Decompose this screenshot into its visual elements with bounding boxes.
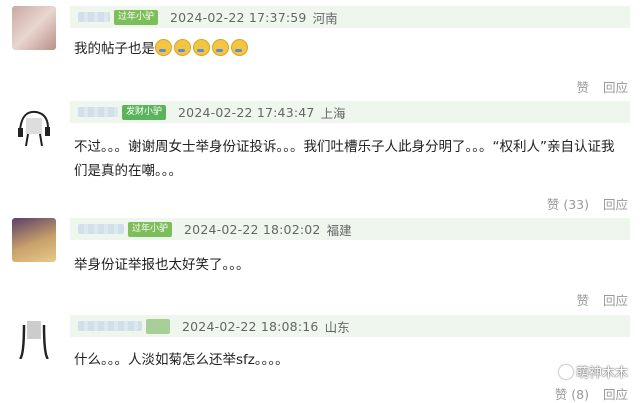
username[interactable] — [78, 107, 118, 117]
comment-meta: 过年小驴 2024-02-22 17:37:59 河南 — [70, 6, 630, 28]
user-badge — [146, 318, 170, 334]
avatar[interactable] — [12, 104, 56, 148]
comment-meta: 过年小驴 2024-02-22 18:02:02 福建 — [70, 218, 630, 240]
comment-time: 2024-02-22 18:02:02 — [184, 221, 321, 237]
avatar[interactable] — [12, 315, 56, 359]
watermark-text: 萌神木木 — [575, 366, 628, 381]
comment-text: 什么。。。人淡如菊怎么还举sfz。。。。 — [74, 352, 289, 368]
reply-button[interactable]: 回应 — [603, 77, 628, 96]
comment-actions: 赞 (33) 回应 — [547, 194, 628, 213]
comment-location: 福建 — [326, 222, 352, 238]
comment-time: 2024-02-22 18:08:16 — [182, 318, 319, 334]
comment-actions: 赞 回应 — [576, 290, 628, 309]
user-badge: 发财小驴 — [122, 104, 167, 120]
crying-emoji-icon — [193, 39, 210, 56]
watermark-logo-icon — [558, 364, 573, 379]
comment-meta: 2024-02-22 18:08:16 山东 — [70, 315, 630, 337]
avatar-drawing-icon — [18, 321, 50, 359]
reply-button[interactable]: 回应 — [603, 290, 628, 309]
comment-actions: 赞 (8) 回应 — [555, 384, 628, 403]
like-button[interactable]: 赞 — [576, 290, 589, 309]
avatar-drawing-icon — [18, 110, 50, 147]
user-badge: 过年小驴 — [128, 221, 173, 237]
reply-button[interactable]: 回应 — [603, 384, 628, 403]
user-badge: 过年小驴 — [114, 9, 159, 25]
comment-text: 不过。。。谢谢周女士举身份证投诉。。。我们吐槽乐子人此身分明了。。。“权利人”亲… — [74, 139, 615, 179]
username[interactable] — [78, 224, 124, 234]
like-button[interactable]: 赞 — [576, 77, 589, 96]
username[interactable] — [78, 321, 142, 331]
avatar[interactable] — [12, 218, 56, 262]
crying-emoji-icon — [155, 39, 172, 56]
like-button[interactable]: 赞 (8) — [555, 384, 589, 403]
reply-button[interactable]: 回应 — [603, 194, 628, 213]
like-button[interactable]: 赞 (33) — [547, 194, 589, 213]
comment-location: 山东 — [324, 319, 350, 335]
comment-time: 2024-02-22 17:43:47 — [178, 104, 315, 120]
crying-emoji-icon — [212, 39, 229, 56]
comment-actions: 赞 回应 — [576, 77, 628, 96]
username[interactable] — [78, 12, 110, 22]
crying-emoji-icon — [174, 39, 191, 56]
comment-text: 我的帖子也是 — [74, 37, 620, 61]
emoji-group — [155, 39, 250, 57]
crying-emoji-icon — [231, 39, 248, 56]
comment-location: 上海 — [320, 105, 346, 121]
watermark: 萌神木木 — [558, 362, 628, 381]
comment-location: 河南 — [312, 10, 338, 26]
avatar[interactable] — [12, 6, 56, 50]
comment-time: 2024-02-22 17:37:59 — [170, 9, 307, 25]
comment-meta: 发财小驴 2024-02-22 17:43:47 上海 — [70, 101, 630, 123]
comment-text: 举身份证举报也太好笑了。。。 — [74, 257, 250, 273]
